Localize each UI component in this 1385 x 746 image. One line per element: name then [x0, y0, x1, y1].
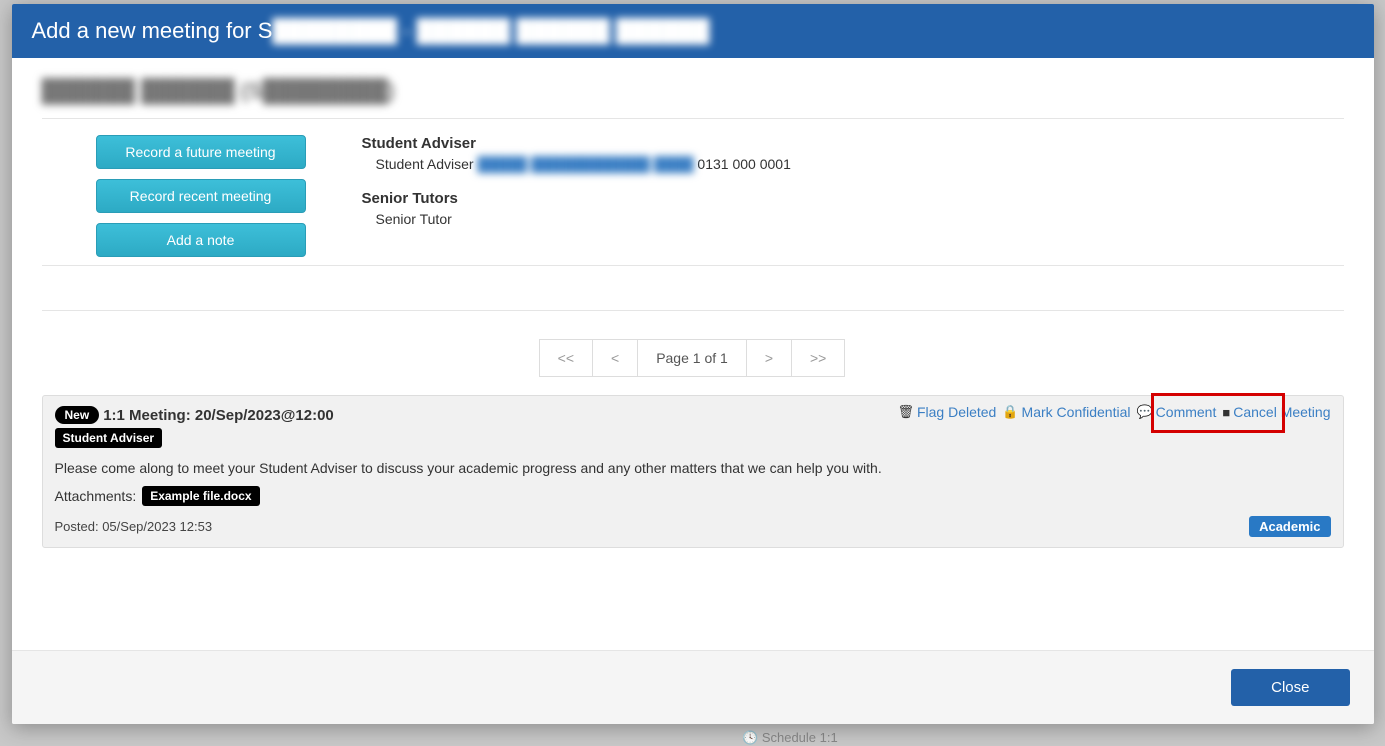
trash-icon: 🗑 [897, 404, 914, 420]
student-adviser-row: Student Adviser █████ ████████████ ████ … [362, 156, 1344, 172]
cancel-meeting-link[interactable]: ■Cancel Meeting [1222, 404, 1330, 420]
modal: Add a new meeting for S████████ - ██████… [12, 4, 1374, 724]
senior-tutors-heading: Senior Tutors [362, 190, 1344, 207]
meeting-description: Please come along to meet your Student A… [55, 460, 1331, 476]
meeting-title: 1:1 Meeting: 20/Sep/2023@12:00 [103, 407, 334, 424]
pagination: << < Page 1 of 1 > >> [42, 339, 1344, 377]
divider [42, 265, 1344, 266]
role-badge: Student Adviser [55, 428, 163, 448]
student-adviser-heading: Student Adviser [362, 135, 1344, 152]
attachment-file[interactable]: Example file.docx [142, 486, 259, 506]
page-first-button[interactable]: << [539, 339, 593, 377]
page-prev-button[interactable]: < [592, 339, 638, 377]
record-recent-meeting-button[interactable]: Record recent meeting [96, 179, 306, 213]
new-badge: New [55, 406, 100, 424]
flag-deleted-link[interactable]: 🗑Flag Deleted [897, 404, 996, 420]
page-info: Page 1 of 1 [637, 339, 747, 377]
modal-overlay: Add a new meeting for S████████ - ██████… [0, 0, 1385, 746]
academic-badge: Academic [1249, 516, 1330, 537]
attachments-label: Attachments: [55, 488, 137, 504]
comment-icon: 💬 [1136, 404, 1152, 420]
senior-tutor-row: Senior Tutor [362, 211, 1344, 227]
page-last-button[interactable]: >> [791, 339, 845, 377]
meeting-actions: 🗑Flag Deleted 🔒Mark Confidential 💬Commen… [897, 404, 1330, 420]
meeting-card: 🗑Flag Deleted 🔒Mark Confidential 💬Commen… [42, 395, 1344, 548]
posted-timestamp: Posted: 05/Sep/2023 12:53 [55, 519, 213, 534]
mark-confidential-link[interactable]: 🔒Mark Confidential [1002, 404, 1130, 420]
comment-link[interactable]: 💬Comment [1136, 404, 1216, 420]
modal-footer: Close [12, 650, 1374, 724]
close-button[interactable]: Close [1231, 669, 1349, 706]
page-next-button[interactable]: > [746, 339, 792, 377]
student-name: ██████ ██████ (S████████) [42, 78, 1344, 118]
stop-icon: ■ [1222, 405, 1230, 420]
add-note-button[interactable]: Add a note [96, 223, 306, 257]
divider [42, 118, 1344, 119]
modal-title: Add a new meeting for S████████ - ██████… [12, 4, 1374, 58]
divider [42, 310, 1344, 311]
modal-body[interactable]: ██████ ██████ (S████████) Record a futur… [12, 58, 1374, 650]
lock-icon: 🔒 [1002, 404, 1018, 420]
record-future-meeting-button[interactable]: Record a future meeting [96, 135, 306, 169]
